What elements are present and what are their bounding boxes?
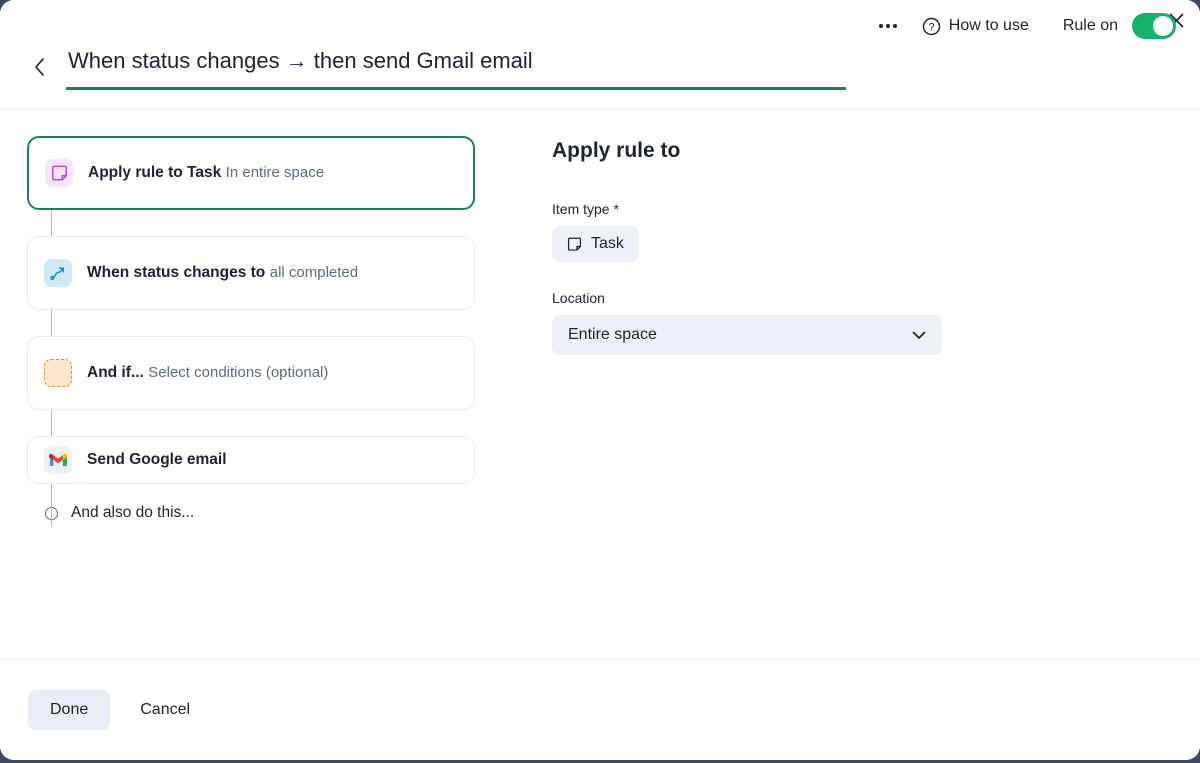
header-title-row: When status changes → then send Gmail em… (0, 46, 1200, 106)
flow-connector (51, 410, 52, 436)
flow-card-text: And if... Select conditions (optional) (87, 363, 328, 383)
how-to-use-button[interactable]: ? How to use (922, 17, 1029, 36)
rule-name-input[interactable]: When status changes → then send Gmail em… (66, 46, 846, 90)
chevron-down-icon (912, 331, 926, 339)
rule-flow-panel: Apply rule to Task In entire space When … (0, 111, 510, 659)
modal-footer: Done Cancel (0, 659, 1200, 760)
flow-card-text: When status changes to all completed (87, 263, 358, 283)
flow-card-text: Send Google email (87, 450, 227, 470)
item-type-value: Task (591, 235, 624, 252)
flow-connector (51, 310, 52, 336)
modal-body: Apply rule to Task In entire space When … (0, 111, 1200, 659)
automation-rule-modal: When status changes → then send Gmail em… (0, 0, 1200, 760)
flow-card-subtitle: Select conditions (optional) (148, 364, 329, 381)
modal-header: When status changes → then send Gmail em… (0, 0, 1200, 110)
item-type-label: Item type * (552, 201, 619, 217)
location-field: Location Entire space (552, 290, 1200, 355)
flow-card-title: When status changes to (87, 264, 266, 281)
rule-toggle-label: Rule on (1062, 17, 1118, 34)
rule-settings-panel: Apply rule to Item type * Task Location … (510, 111, 1200, 659)
flow-connector (51, 484, 52, 526)
panel-title: Apply rule to (552, 139, 681, 162)
flow-card-title: Send Google email (87, 451, 227, 468)
flow-card-send-google-email[interactable]: Send Google email (27, 436, 475, 484)
rule-flow-list: Apply rule to Task In entire space When … (27, 136, 475, 526)
flow-card-when-status-changes[interactable]: When status changes to all completed (27, 236, 475, 310)
flow-connector (51, 210, 52, 236)
flow-card-and-if[interactable]: And if... Select conditions (optional) (27, 336, 475, 410)
header-actions: ? How to use Rule on (868, 8, 1176, 44)
svg-text:?: ? (928, 21, 934, 33)
task-outline-icon (567, 237, 582, 251)
chevron-left-icon (34, 58, 44, 76)
flow-card-subtitle: all completed (269, 264, 359, 281)
more-options-icon (878, 24, 883, 28)
location-select[interactable]: Entire space (552, 315, 942, 355)
done-button[interactable]: Done (28, 690, 111, 730)
flow-card-subtitle: In entire space (225, 164, 325, 181)
flow-card-title: Apply rule to Task (88, 164, 222, 181)
add-action-label: And also do this... (71, 504, 195, 521)
task-icon (45, 159, 73, 187)
flow-card-text: Apply rule to Task In entire space (88, 163, 324, 183)
item-type-chip-task[interactable]: Task (552, 226, 639, 262)
more-options-icon-dot2 (885, 24, 890, 28)
flow-card-title: And if... (87, 364, 144, 381)
condition-placeholder-icon (44, 359, 72, 387)
rule-enabled-toggle[interactable] (1132, 13, 1176, 39)
gmail-icon (44, 446, 72, 474)
more-options-button[interactable] (868, 8, 908, 44)
back-button[interactable] (22, 50, 56, 84)
location-value: Entire space (568, 326, 657, 343)
flow-card-apply-rule-to[interactable]: Apply rule to Task In entire space (27, 136, 475, 210)
item-type-field: Item type * Task (552, 201, 1200, 262)
cancel-button[interactable]: Cancel (126, 690, 204, 730)
title-wrapper: When status changes → then send Gmail em… (66, 46, 846, 90)
location-label: Location (552, 290, 605, 306)
how-to-use-label: How to use (948, 17, 1029, 34)
status-change-icon (44, 259, 72, 287)
question-circle-icon: ? (922, 17, 940, 35)
toggle-knob (1153, 16, 1173, 36)
add-action-button[interactable]: And also do this... (45, 504, 475, 522)
more-options-icon-dot3 (892, 24, 897, 28)
